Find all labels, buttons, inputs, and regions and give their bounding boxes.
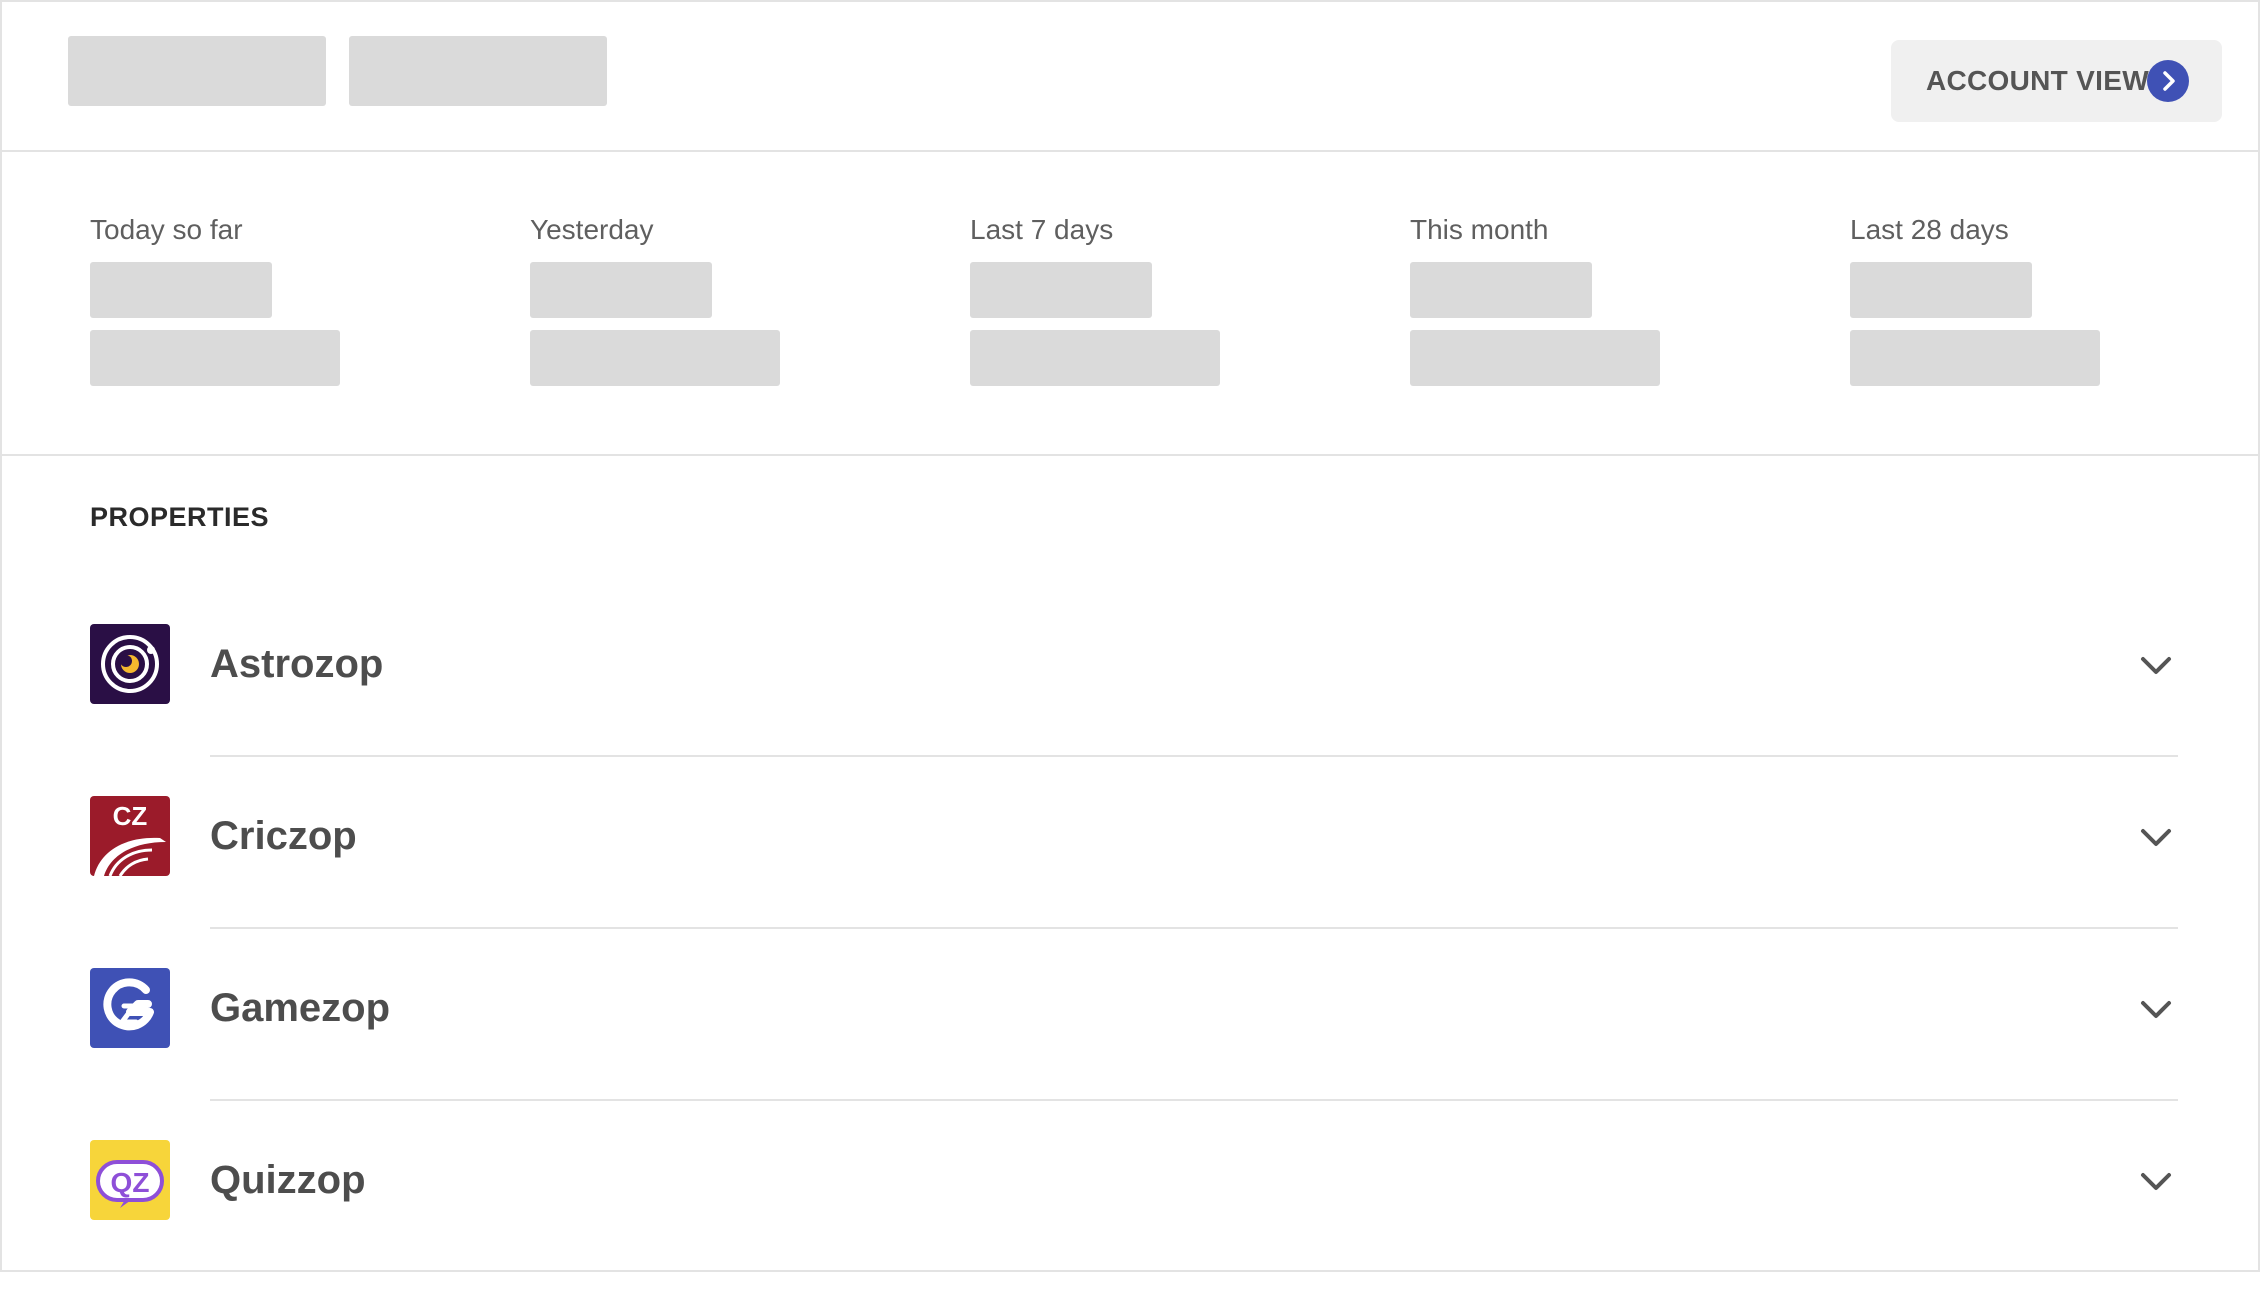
account-view-button[interactable]: ACCOUNT VIEW bbox=[1891, 40, 2222, 122]
stat-label: This month bbox=[1410, 214, 1549, 245]
property-name: Criczop bbox=[210, 814, 357, 858]
stat-last-7-days: Last 7 days bbox=[970, 152, 1270, 452]
svg-text:QZ: QZ bbox=[111, 1167, 150, 1198]
chevron-down-icon[interactable] bbox=[2138, 648, 2174, 684]
svg-text:CZ: CZ bbox=[113, 801, 148, 831]
stat-subvalue-placeholder bbox=[1850, 330, 2100, 386]
stat-label: Yesterday bbox=[530, 214, 654, 245]
property-row-astrozop[interactable]: Astrozop bbox=[90, 624, 2180, 796]
property-row-quizzop[interactable]: QZ Quizzop bbox=[90, 1140, 2180, 1312]
header-placeholder-2 bbox=[349, 36, 607, 106]
gamezop-logo-icon bbox=[90, 968, 170, 1048]
account-view-label: ACCOUNT VIEW bbox=[1926, 65, 2149, 96]
chevron-down-icon[interactable] bbox=[2138, 1164, 2174, 1200]
stat-label: Last 7 days bbox=[970, 214, 1114, 245]
row-divider bbox=[210, 927, 2178, 929]
astrozop-logo-icon bbox=[90, 624, 170, 704]
stat-value-placeholder bbox=[1850, 262, 2032, 318]
stat-subvalue-placeholder bbox=[90, 330, 340, 386]
property-row-criczop[interactable]: CZ Criczop bbox=[90, 796, 2180, 968]
quizzop-logo-icon: QZ bbox=[90, 1140, 170, 1220]
stat-last-28-days: Last 28 days bbox=[1850, 152, 2150, 452]
row-divider bbox=[210, 1099, 2178, 1101]
stat-label: Last 28 days bbox=[1850, 214, 2009, 245]
stat-today: Today so far bbox=[90, 152, 390, 452]
criczop-logo-icon: CZ bbox=[90, 796, 170, 876]
property-name: Gamezop bbox=[210, 986, 391, 1030]
row-divider bbox=[210, 755, 2178, 757]
stat-value-placeholder bbox=[530, 262, 712, 318]
chevron-down-icon[interactable] bbox=[2138, 992, 2174, 1028]
stat-value-placeholder bbox=[90, 262, 272, 318]
chevron-down-icon[interactable] bbox=[2138, 820, 2174, 856]
stats-summary: Today so far Yesterday Last 7 days This … bbox=[2, 152, 2258, 456]
header-placeholder-1 bbox=[68, 36, 326, 106]
stat-yesterday: Yesterday bbox=[530, 152, 830, 452]
stat-value-placeholder bbox=[970, 262, 1152, 318]
stat-subvalue-placeholder bbox=[1410, 330, 1660, 386]
header-bar: ACCOUNT VIEW bbox=[2, 2, 2258, 152]
dashboard-card: ACCOUNT VIEW Today so far Yesterday Last… bbox=[0, 0, 2260, 1272]
property-row-gamezop[interactable]: Gamezop bbox=[90, 968, 2180, 1140]
stat-subvalue-placeholder bbox=[530, 330, 780, 386]
property-name: Quizzop bbox=[210, 1158, 366, 1202]
stat-value-placeholder bbox=[1410, 262, 1592, 318]
stat-this-month: This month bbox=[1410, 152, 1710, 452]
stat-subvalue-placeholder bbox=[970, 330, 1220, 386]
properties-heading: PROPERTIES bbox=[90, 502, 270, 532]
chevron-right-icon bbox=[2147, 60, 2189, 102]
property-name: Astrozop bbox=[210, 642, 384, 686]
stat-label: Today so far bbox=[90, 214, 243, 245]
